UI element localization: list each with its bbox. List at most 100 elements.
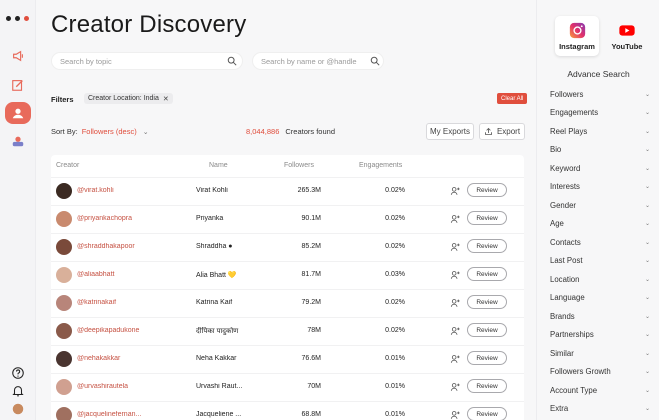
add-user-icon[interactable] (450, 242, 460, 252)
table-row[interactable]: @aliaabhatt Alia Bhatt 💛 81.7M 0.03% Review (51, 261, 524, 288)
results-count: 8,044,886 Creators found (246, 127, 335, 136)
export-label: Export (496, 127, 521, 136)
review-button[interactable]: Review (467, 267, 507, 281)
advance-filter-account-type[interactable]: Account Type ⌄ (550, 383, 650, 397)
creator-avatar[interactable] (56, 267, 72, 283)
advance-filter-interests[interactable]: Interests ⌄ (550, 180, 650, 194)
search-icon[interactable] (227, 56, 237, 66)
creator-engagements: 0.02% (385, 299, 405, 306)
creator-followers: 78M (307, 327, 321, 334)
advance-filter-bio[interactable]: Bio ⌄ (550, 143, 650, 157)
advance-filter-location[interactable]: Location ⌄ (550, 272, 650, 286)
creator-handle[interactable]: @katrinakaif (77, 299, 177, 306)
advance-filter-language[interactable]: Language ⌄ (550, 291, 650, 305)
youtube-tab[interactable]: YouTube (605, 16, 649, 56)
creator-avatar[interactable] (56, 211, 72, 227)
add-user-icon[interactable] (450, 354, 460, 364)
advance-filter-reel-plays[interactable]: Reel Plays ⌄ (550, 124, 650, 138)
advance-filter-contacts[interactable]: Contacts ⌄ (550, 235, 650, 249)
app-logo[interactable] (6, 16, 29, 21)
table-row[interactable]: @deepikapadukone दीपिका पादुकोण 78M 0.02% Re… (51, 317, 524, 344)
review-button[interactable]: Review (467, 407, 507, 420)
export-button[interactable]: Export (479, 123, 525, 140)
instagram-tab[interactable]: Instagram (555, 16, 599, 56)
creator-avatar[interactable] (56, 323, 72, 339)
advance-filter-brands[interactable]: Brands ⌄ (550, 309, 650, 323)
chevron-down-icon: ⌄ (644, 369, 650, 375)
creator-avatar[interactable] (56, 295, 72, 311)
campaigns-nav-icon[interactable] (5, 45, 31, 67)
table-row[interactable]: @virat.kohli Virat Kohli 265.3M 0.02% Review (51, 177, 524, 204)
creator-handle[interactable]: @deepikapadukone (77, 327, 177, 334)
edit-nav-icon[interactable] (5, 74, 31, 96)
add-user-icon[interactable] (450, 214, 460, 224)
discovery-nav-icon[interactable] (5, 102, 31, 124)
table-row[interactable]: @katrinakaif Katrina Kaif 79.2M 0.02% Review (51, 289, 524, 316)
chevron-down-icon: ⌄ (142, 129, 149, 136)
advance-filter-label: Location (550, 274, 580, 284)
advance-filter-age[interactable]: Age ⌄ (550, 217, 650, 231)
advance-filter-followers[interactable]: Followers ⌄ (550, 87, 650, 101)
team-nav-icon[interactable] (5, 130, 31, 152)
topic-search-input[interactable] (51, 52, 243, 70)
creator-handle[interactable]: @urvashirautela (77, 383, 177, 390)
advance-filter-followers-growth[interactable]: Followers Growth ⌄ (550, 365, 650, 379)
creator-avatar[interactable] (56, 351, 72, 367)
table-row[interactable]: @urvashirautela Urvashi Raut... 70M 0.01% Re… (51, 373, 524, 400)
creator-handle[interactable]: @nehakakkar (77, 355, 177, 362)
main-panel: Creator Discovery Filters Creator Locati… (36, 0, 536, 420)
header-followers: Followers (284, 162, 314, 169)
review-button[interactable]: Review (467, 239, 507, 253)
remove-chip-icon[interactable]: ✕ (163, 95, 169, 103)
advance-filter-similar[interactable]: Similar ⌄ (550, 346, 650, 360)
creator-engagements: 0.02% (385, 215, 405, 222)
table-row[interactable]: @shraddhakapoor Shraddha ● 85.2M 0.02% Revie… (51, 233, 524, 260)
advance-filter-extra[interactable]: Extra ⌄ (550, 402, 650, 416)
sort-dropdown[interactable]: Sort By: Followers (desc) ⌄ (51, 127, 149, 136)
creator-name: Shraddha ● (196, 243, 233, 250)
table-row[interactable]: @nehakakkar Neha Kakkar 76.6M 0.01% Review (51, 345, 524, 372)
creator-engagements: 0.03% (385, 271, 405, 278)
review-button[interactable]: Review (467, 211, 507, 225)
creator-avatar[interactable] (56, 407, 72, 420)
chevron-down-icon: ⌄ (644, 350, 650, 357)
creator-engagements: 0.01% (385, 383, 405, 390)
add-user-icon[interactable] (450, 410, 460, 420)
creator-handle[interactable]: @priyankachopra (77, 215, 177, 222)
add-user-icon[interactable] (450, 326, 460, 336)
advance-filter-last-post[interactable]: Last Post ⌄ (550, 254, 650, 268)
add-user-icon[interactable] (450, 270, 460, 280)
creator-avatar[interactable] (56, 379, 72, 395)
advance-filter-partnerships[interactable]: Partnerships ⌄ (550, 328, 650, 342)
search-icon[interactable] (370, 56, 380, 66)
review-button[interactable]: Review (467, 323, 507, 337)
table-row[interactable]: @jacquelinefernan... Jacqueliene ... 68.8M… (51, 401, 524, 420)
chevron-down-icon: ⌄ (644, 202, 650, 209)
review-button[interactable]: Review (467, 351, 507, 365)
chip-value: India (143, 95, 159, 102)
add-user-icon[interactable] (450, 186, 460, 196)
table-row[interactable]: @priyankachopra Priyanka 90.1M 0.02% Review (51, 205, 524, 232)
add-user-icon[interactable] (450, 298, 460, 308)
review-button[interactable]: Review (467, 183, 507, 197)
location-filter-chip[interactable]: Creator Location: India ✕ (84, 93, 173, 104)
creator-handle[interactable]: @virat.kohli (77, 187, 177, 194)
chevron-down-icon: ⌄ (644, 110, 650, 116)
review-button[interactable]: Review (467, 295, 507, 309)
advance-filter-engagements[interactable]: Engagements ⌄ (550, 106, 650, 120)
creator-handle[interactable]: @shraddhakapoor (77, 243, 177, 250)
chevron-down-icon: ⌄ (644, 295, 650, 301)
name-search-input[interactable] (252, 52, 384, 70)
advance-filter-gender[interactable]: Gender ⌄ (550, 198, 650, 212)
user-avatar[interactable] (5, 398, 31, 420)
advance-filter-keyword[interactable]: Keyword ⌄ (550, 161, 650, 175)
creator-handle[interactable]: @aliaabhatt (77, 271, 177, 278)
clear-all-button[interactable]: Clear All (497, 93, 528, 104)
creator-avatar[interactable] (56, 239, 72, 255)
creator-avatar[interactable] (56, 183, 72, 199)
creator-handle[interactable]: @jacquelinefernan... (77, 411, 177, 418)
review-button[interactable]: Review (467, 379, 507, 393)
my-exports-button[interactable]: My Exports (426, 123, 474, 140)
advance-filter-label: Account Type (550, 385, 598, 395)
add-user-icon[interactable] (450, 382, 460, 392)
